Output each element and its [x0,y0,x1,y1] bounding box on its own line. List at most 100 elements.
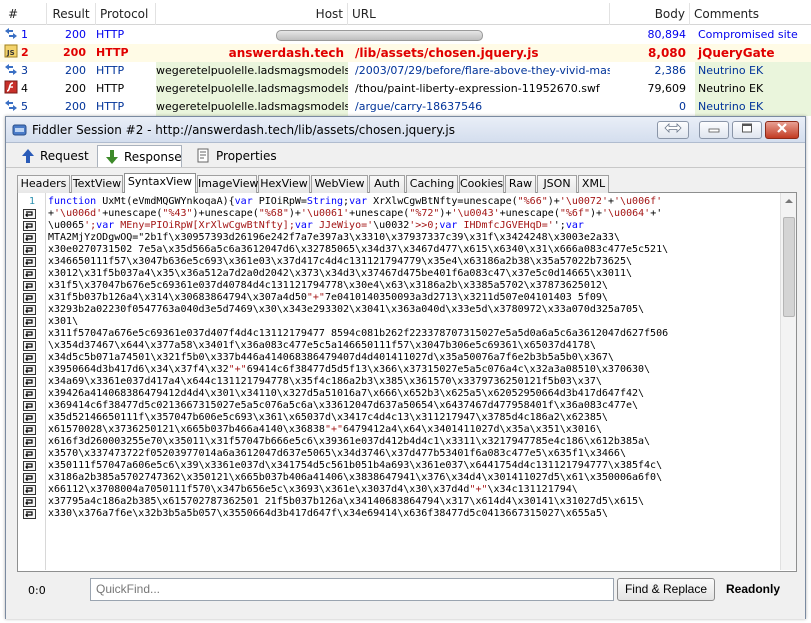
row-body: 2,386 [654,64,687,77]
code-line: x34a69\x3361e037d417a4\x644c131121794778… [48,376,602,387]
tab-hexview[interactable]: HexView [258,175,310,193]
col-comments[interactable]: Comments [690,3,811,25]
sessions-grid: # Result Protocol Host URL Body Comments… [0,0,811,116]
row-result: 200 [65,100,86,113]
session-window: Fiddler Session #2 - http://answerdash.t… [5,116,806,619]
code-line: function UxMt(eVmdMQGWYnkoqaA){var PIOiR… [48,196,663,207]
svg-text:JS: JS [6,49,15,57]
tab-caching[interactable]: Caching [406,175,458,193]
vertical-scrollbar[interactable] [780,193,796,570]
word-wrap-icon [23,413,36,423]
scroll-thumb[interactable] [783,217,795,317]
code-line: x34d5c5b071a74501\x321f5b0\x337b446a4140… [48,352,614,363]
minimize-button[interactable] [699,121,729,139]
row-body: 80,894 [647,28,687,41]
code-line: x3186a2b385a5702747362\x350121\x665b037b… [48,472,663,483]
code-line: x66112\x3708004a7050111f570\x347b656e5c\… [48,484,578,495]
arrows-icon [4,99,18,112]
tab-webview[interactable]: WebView [311,175,368,193]
col-body[interactable]: Body [610,3,690,25]
row-result: 200 [65,82,86,95]
tab-textview[interactable]: TextView [71,175,123,193]
col-number[interactable]: # [0,3,47,25]
row-host: answerdash.tech [228,46,344,60]
row-number: 1 [21,28,28,41]
word-wrap-icon [23,473,36,483]
word-wrap-icon [23,389,36,399]
readonly-label: Readonly [726,582,781,596]
row-result: 200 [65,64,86,77]
code-content[interactable]: function UxMt(eVmdMQGWYnkoqaA){var PIOiR… [48,196,778,570]
tab-auth[interactable]: Auth [369,175,405,193]
response-tab[interactable]: Response [97,145,182,167]
tab-headers[interactable]: Headers [17,175,70,193]
word-wrap-icon [23,461,36,471]
code-line: x37795a4c186a2b385\x615702787362501 21f5… [48,496,645,507]
scroll-up-icon[interactable] [784,196,794,206]
table-row[interactable]: 4 200 HTTP wegeretelpuolelle.ladsmagsmod… [0,80,811,98]
row-comment: Neutrino EK [695,80,811,98]
col-url[interactable]: URL [348,3,610,25]
col-protocol[interactable]: Protocol [96,3,156,25]
quickfind-input[interactable]: QuickFind... [90,578,614,601]
word-wrap-icon [23,233,36,243]
code-line: \u0065';var MEny=PIOiRpW[XrXlwCgwBtNfty]… [48,220,584,231]
word-wrap-icon [23,317,36,327]
col-host[interactable]: Host [156,3,348,25]
word-wrap-icon [23,293,36,303]
row-body: 79,609 [647,82,687,95]
document-icon [197,148,209,163]
row-comment: Compromised site [698,28,798,41]
word-wrap-icon [23,305,36,315]
maximize-button[interactable] [732,121,762,139]
table-row[interactable]: JS 2 200 HTTP answerdash.tech /lib/assets… [0,44,811,62]
table-row[interactable]: 3 200 HTTP wegeretelpuolelle.ladsmagsmod… [0,62,811,80]
syntax-view-editor[interactable]: 1 function UxMt(eVmdMQGWYnkoqaA){var PIO… [17,193,797,572]
row-number: 5 [21,100,28,113]
word-wrap-icon [23,437,36,447]
properties-tab-label: Properties [216,149,277,163]
table-row[interactable]: 5 200 HTTP wegeretelpuolelle.ladsmagsmod… [0,98,811,116]
col-result[interactable]: Result [47,3,96,25]
row-comment: Neutrino EK [695,98,811,116]
tab-xml[interactable]: XML [578,175,609,193]
minimize-icon [708,124,720,137]
arrows-icon [4,63,18,76]
fiddler-app-icon [12,123,27,137]
swap-arrows-icon [663,123,683,137]
swap-layout-button[interactable] [657,121,689,139]
js-icon: JS [4,44,18,58]
row-protocol: HTTP [96,100,125,113]
find-replace-button[interactable]: Find & Replace [617,578,715,601]
code-line: x39426a414068386479412d4d4\x301\x34110\x… [48,388,645,399]
word-wrap-icon [23,341,36,351]
row-protocol: HTTP [96,28,125,41]
row-number: 3 [21,64,28,77]
word-wrap-icon [23,221,36,231]
row-result: 200 [63,46,86,59]
code-line: x3012\x31f5b037a4\x35\x36a512a7d2a0d2042… [48,268,632,279]
close-icon [776,123,788,137]
table-row[interactable]: 1 200 HTTP 80,894 Compromised site [0,26,811,44]
tab-json[interactable]: JSON [537,175,577,193]
inspector-tabs: Headers TextView SyntaxView ImageView HexVie… [17,173,797,193]
code-line: x301\ [48,316,79,327]
row-host: wegeretelpuolelle.ladsmagsmodels.uk [156,62,348,80]
request-tab[interactable]: Request [14,145,97,167]
close-button[interactable] [765,121,799,139]
properties-tab[interactable]: Properties [190,145,285,167]
tab-raw[interactable]: Raw [505,175,536,193]
code-line: x30e0270731502 7e5a\x35d566a5c6a3612047d… [48,244,669,255]
row-protocol: HTTP [96,82,125,95]
tab-syntaxview[interactable]: SyntaxView [124,173,196,193]
tab-imageview[interactable]: ImageView [197,175,259,193]
code-line: x31f5\x37047b676e5c69361e037d40784d4c131… [48,280,608,291]
row-url: /thou/paint-liberty-expression-11952670.… [355,82,600,95]
row-protocol: HTTP [96,46,129,59]
flash-icon [4,80,18,94]
fiddler-screenshot: # Result Protocol Host URL Body Comments… [0,0,811,623]
word-wrap-icon [23,269,36,279]
tab-cookies[interactable]: Cookies [459,175,504,193]
title-bar[interactable]: Fiddler Session #2 - http://answerdash.t… [6,117,805,143]
code-line: x3570\x337473722f05203977014a6a3612047d6… [48,448,626,459]
